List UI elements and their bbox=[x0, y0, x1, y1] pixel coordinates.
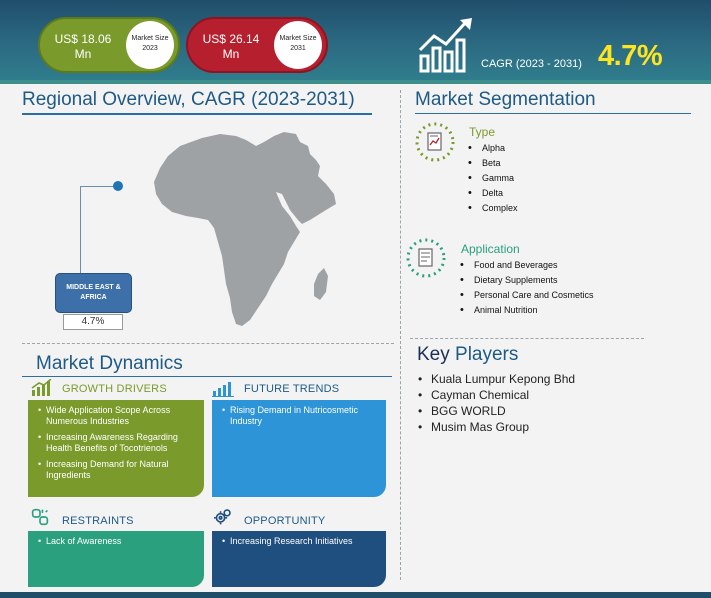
regional-overview-title: Regional Overview, CAGR (2023-2031) bbox=[22, 89, 355, 110]
market-dynamics-underline bbox=[22, 376, 392, 377]
type-heading: Type bbox=[469, 125, 496, 139]
growth-drivers-heading: GROWTH DRIVERS bbox=[62, 383, 167, 395]
key-players-title-key: Key bbox=[417, 344, 450, 365]
footer-bar bbox=[0, 592, 711, 598]
type-document-icon bbox=[415, 122, 455, 162]
key-players-title-players: Players bbox=[455, 344, 519, 365]
application-list: Food and Beverages Dietary Supplements P… bbox=[460, 258, 594, 318]
broken-link-icon bbox=[31, 508, 49, 526]
market-dynamics-title: Market Dynamics bbox=[36, 353, 183, 374]
market-size-2031-value: US$ 26.14 Mn bbox=[202, 32, 260, 61]
region-cagr-value: 4.7% bbox=[63, 314, 123, 330]
market-size-2031-label: Market Size 2031 bbox=[279, 35, 317, 52]
key-players-title: Key Players bbox=[417, 344, 518, 366]
market-size-2031-pill: US$ 26.14 Mn Market Size 2031 bbox=[186, 17, 328, 73]
header-divider bbox=[0, 80, 711, 84]
region-marker-dot bbox=[113, 181, 123, 191]
application-heading: Application bbox=[461, 242, 520, 256]
opportunity-heading: OPPORTUNITY bbox=[244, 515, 326, 527]
column-separator bbox=[400, 90, 401, 580]
dynamics-separator bbox=[22, 343, 394, 344]
key-players-list: Kuala Lumpur Kepong Bhd Cayman Chemical … bbox=[418, 371, 575, 435]
list-item: BGG WORLD bbox=[418, 403, 575, 419]
market-segmentation-title: Market Segmentation bbox=[415, 89, 596, 110]
market-segmentation-underline bbox=[415, 113, 691, 114]
list-item: Food and Beverages bbox=[460, 258, 594, 273]
list-item: Increasing Awareness Regarding Health Be… bbox=[38, 432, 196, 454]
growth-chart-icon bbox=[418, 18, 472, 73]
future-trends-heading: FUTURE TRENDS bbox=[244, 383, 340, 395]
list-item: Wide Application Scope Across Numerous I… bbox=[38, 405, 196, 427]
list-item: Gamma bbox=[468, 171, 518, 186]
list-item: Rising Demand in Nutricosmetic Industry bbox=[222, 405, 378, 427]
list-item: Kuala Lumpur Kepong Bhd bbox=[418, 371, 575, 387]
list-item: Dietary Supplements bbox=[460, 273, 594, 288]
list-item: Increasing Demand for Natural Ingredient… bbox=[38, 459, 196, 481]
list-item: Increasing Research Initiatives bbox=[222, 536, 378, 547]
region-label-box: MIDDLE EAST & AFRICA bbox=[55, 273, 132, 313]
cagr-label: CAGR (2023 - 2031) bbox=[481, 58, 582, 70]
market-size-2023-value: US$ 18.06 Mn bbox=[54, 32, 112, 61]
gears-icon bbox=[214, 509, 231, 525]
list-item: Cayman Chemical bbox=[418, 387, 575, 403]
list-item: Lack of Awareness bbox=[38, 536, 196, 547]
growth-drivers-box: Wide Application Scope Across Numerous I… bbox=[28, 400, 204, 497]
market-size-2031-badge: Market Size 2031 bbox=[274, 21, 322, 69]
middle-east-africa-map bbox=[154, 132, 336, 326]
cagr-value: 4.7% bbox=[598, 40, 663, 72]
opportunity-box: Increasing Research Initiatives bbox=[212, 531, 386, 587]
list-item: Musim Mas Group bbox=[418, 419, 575, 435]
market-size-2023-label: Market Size 2023 bbox=[131, 35, 169, 52]
future-trends-box: Rising Demand in Nutricosmetic Industry bbox=[212, 400, 386, 497]
regional-overview-underline bbox=[22, 113, 372, 115]
market-size-2023-badge: Market Size 2023 bbox=[126, 21, 174, 69]
list-item: Delta bbox=[468, 186, 518, 201]
segmentation-separator bbox=[410, 338, 644, 339]
list-item: Alpha bbox=[468, 141, 518, 156]
list-item: Personal Care and Cosmetics bbox=[460, 288, 594, 303]
list-item: Complex bbox=[468, 201, 518, 216]
list-item: Animal Nutrition bbox=[460, 303, 594, 318]
application-document-icon bbox=[406, 238, 446, 278]
region-connector-vertical bbox=[80, 186, 81, 274]
bar-chart-icon bbox=[31, 379, 52, 396]
market-size-2023-pill: US$ 18.06 Mn Market Size 2023 bbox=[38, 17, 180, 73]
restraints-heading: RESTRAINTS bbox=[62, 515, 134, 527]
type-list: Alpha Beta Gamma Delta Complex bbox=[468, 141, 518, 216]
trend-chart-icon bbox=[212, 382, 234, 397]
restraints-box: Lack of Awareness bbox=[28, 531, 204, 587]
list-item: Beta bbox=[468, 156, 518, 171]
